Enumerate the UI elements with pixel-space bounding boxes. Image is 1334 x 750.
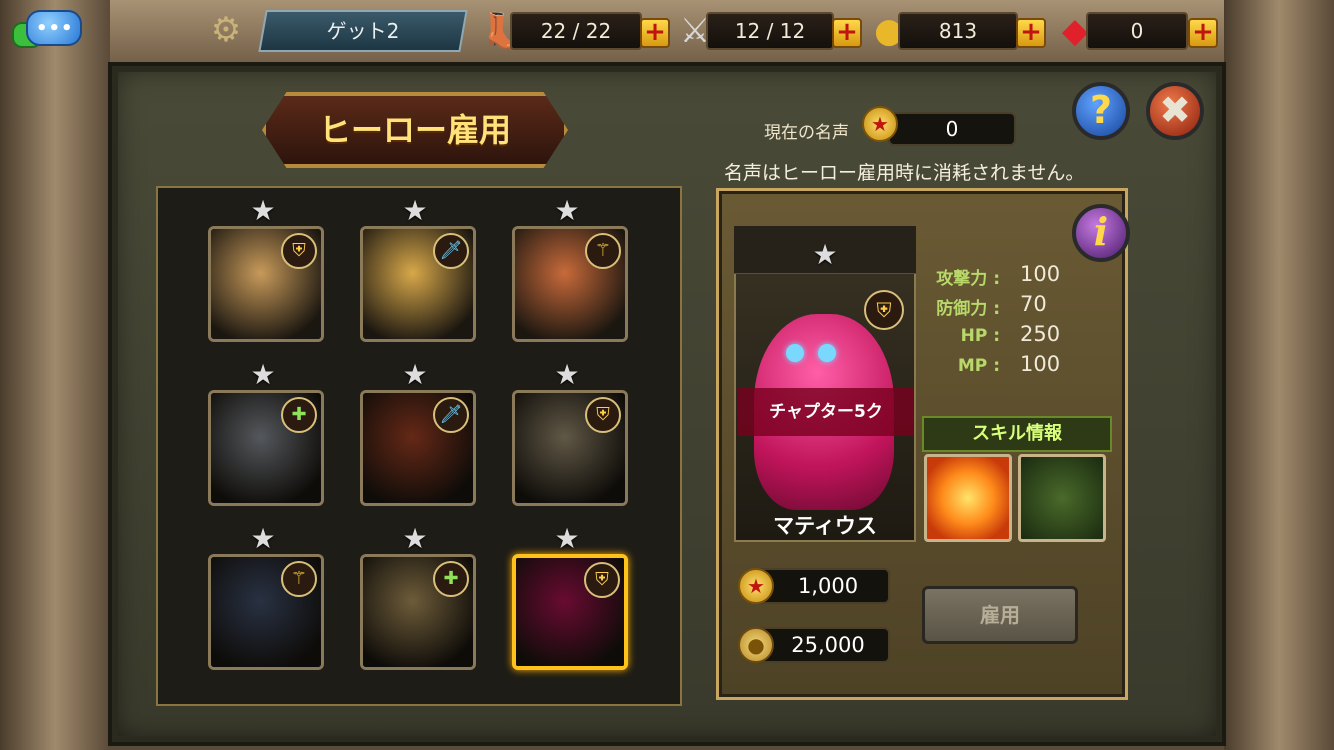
hire-button[interactable]: 雇用	[922, 586, 1078, 644]
help-button[interactable]: ?	[1072, 82, 1130, 140]
staff-icon: ⚚	[585, 233, 621, 269]
star-icon: ★	[250, 194, 276, 227]
stat-value-hp: 250	[1020, 322, 1061, 346]
monster-eye	[818, 344, 836, 362]
stat-label-defense: 防御力 :	[936, 299, 1000, 319]
healer-icon: ✚	[433, 561, 469, 597]
info-button[interactable]: i	[1072, 204, 1130, 262]
shield-icon: ⛨	[585, 397, 621, 433]
fame-label: 現在の名声	[764, 123, 849, 143]
close-button[interactable]: ✖	[1146, 82, 1204, 140]
hero-slot[interactable]: ✚	[208, 390, 324, 506]
gold-value: 813	[938, 19, 978, 43]
shield-icon: ⛨	[281, 233, 317, 269]
stat-value-mp: 100	[1020, 352, 1061, 376]
star-icon: ★	[554, 194, 580, 227]
hero-slot[interactable]: ⛨	[208, 226, 324, 342]
stat-label-mp: MP :	[957, 356, 1000, 376]
fame-cost-value: 1,000	[797, 574, 859, 598]
gold-coins-icon: ●	[738, 627, 774, 663]
hero-slot[interactable]: ⛨	[512, 390, 628, 506]
hero-name: マティウス	[773, 514, 877, 538]
star-icon: ★	[812, 238, 838, 271]
star-icon: ★	[402, 358, 428, 391]
gems-value: 0	[1130, 19, 1144, 43]
gold-cost-value: 25,000	[791, 633, 865, 657]
stat-label-attack: 攻撃力 :	[936, 269, 1000, 289]
fame-note: 名声はヒーロー雇用時に消耗されません。	[724, 162, 1085, 184]
gear-icon[interactable]: ⚙	[208, 12, 244, 48]
add-stamina-button[interactable]: +	[640, 18, 670, 48]
battle-value: 12 / 12	[734, 19, 806, 43]
hero-slot[interactable]: ⚚	[512, 226, 628, 342]
stat-label-hp: HP :	[960, 326, 1000, 346]
sword-icon: 🗡	[433, 233, 469, 269]
fame-medal-icon: ★	[862, 106, 898, 142]
background-pillar-left	[0, 0, 110, 750]
stat-value-defense: 70	[1020, 292, 1047, 316]
star-icon: ★	[402, 194, 428, 227]
staff-icon: ⚚	[281, 561, 317, 597]
star-icon: ★	[554, 358, 580, 391]
skill-explosion-icon[interactable]	[924, 454, 1012, 542]
add-gems-button[interactable]: +	[1188, 18, 1218, 48]
hero-slot[interactable]: ✚	[360, 554, 476, 670]
monster-eye	[786, 344, 804, 362]
fame-value: 0	[945, 117, 959, 141]
fame-medal-icon: ★	[738, 568, 774, 604]
star-icon: ★	[250, 522, 276, 555]
hero-slot[interactable]: 🗡	[360, 226, 476, 342]
stage-label: ゲット2	[326, 19, 400, 43]
skill-info-header: スキル情報	[922, 416, 1112, 452]
hero-slot[interactable]: ⚚	[208, 554, 324, 670]
chat-button[interactable]: •••	[8, 8, 82, 52]
background-pillar-right	[1224, 0, 1334, 750]
chapter-label: チャプター5ク	[769, 402, 883, 422]
top-bar: ••• ⚙ ゲット2 👢 22 / 22 + ⚔ 12 / 12 + ● 813…	[0, 6, 1334, 54]
hero-slot[interactable]: ⛨	[512, 554, 628, 670]
shield-icon: ⛨	[864, 290, 904, 330]
shield-icon: ⛨	[584, 562, 620, 598]
stamina-value: 22 / 22	[540, 19, 612, 43]
skill-shadow-icon[interactable]	[1018, 454, 1106, 542]
star-icon: ★	[402, 522, 428, 555]
add-battle-button[interactable]: +	[832, 18, 862, 48]
chat-dots-icon: •••	[36, 18, 74, 39]
star-icon: ★	[554, 522, 580, 555]
star-icon: ★	[250, 358, 276, 391]
add-gold-button[interactable]: +	[1016, 18, 1046, 48]
healer-icon: ✚	[281, 397, 317, 433]
panel-title: ヒーロー雇用	[318, 111, 511, 149]
hero-slot[interactable]: 🗡	[360, 390, 476, 506]
sword-icon: 🗡	[433, 397, 469, 433]
stat-value-attack: 100	[1020, 262, 1061, 286]
